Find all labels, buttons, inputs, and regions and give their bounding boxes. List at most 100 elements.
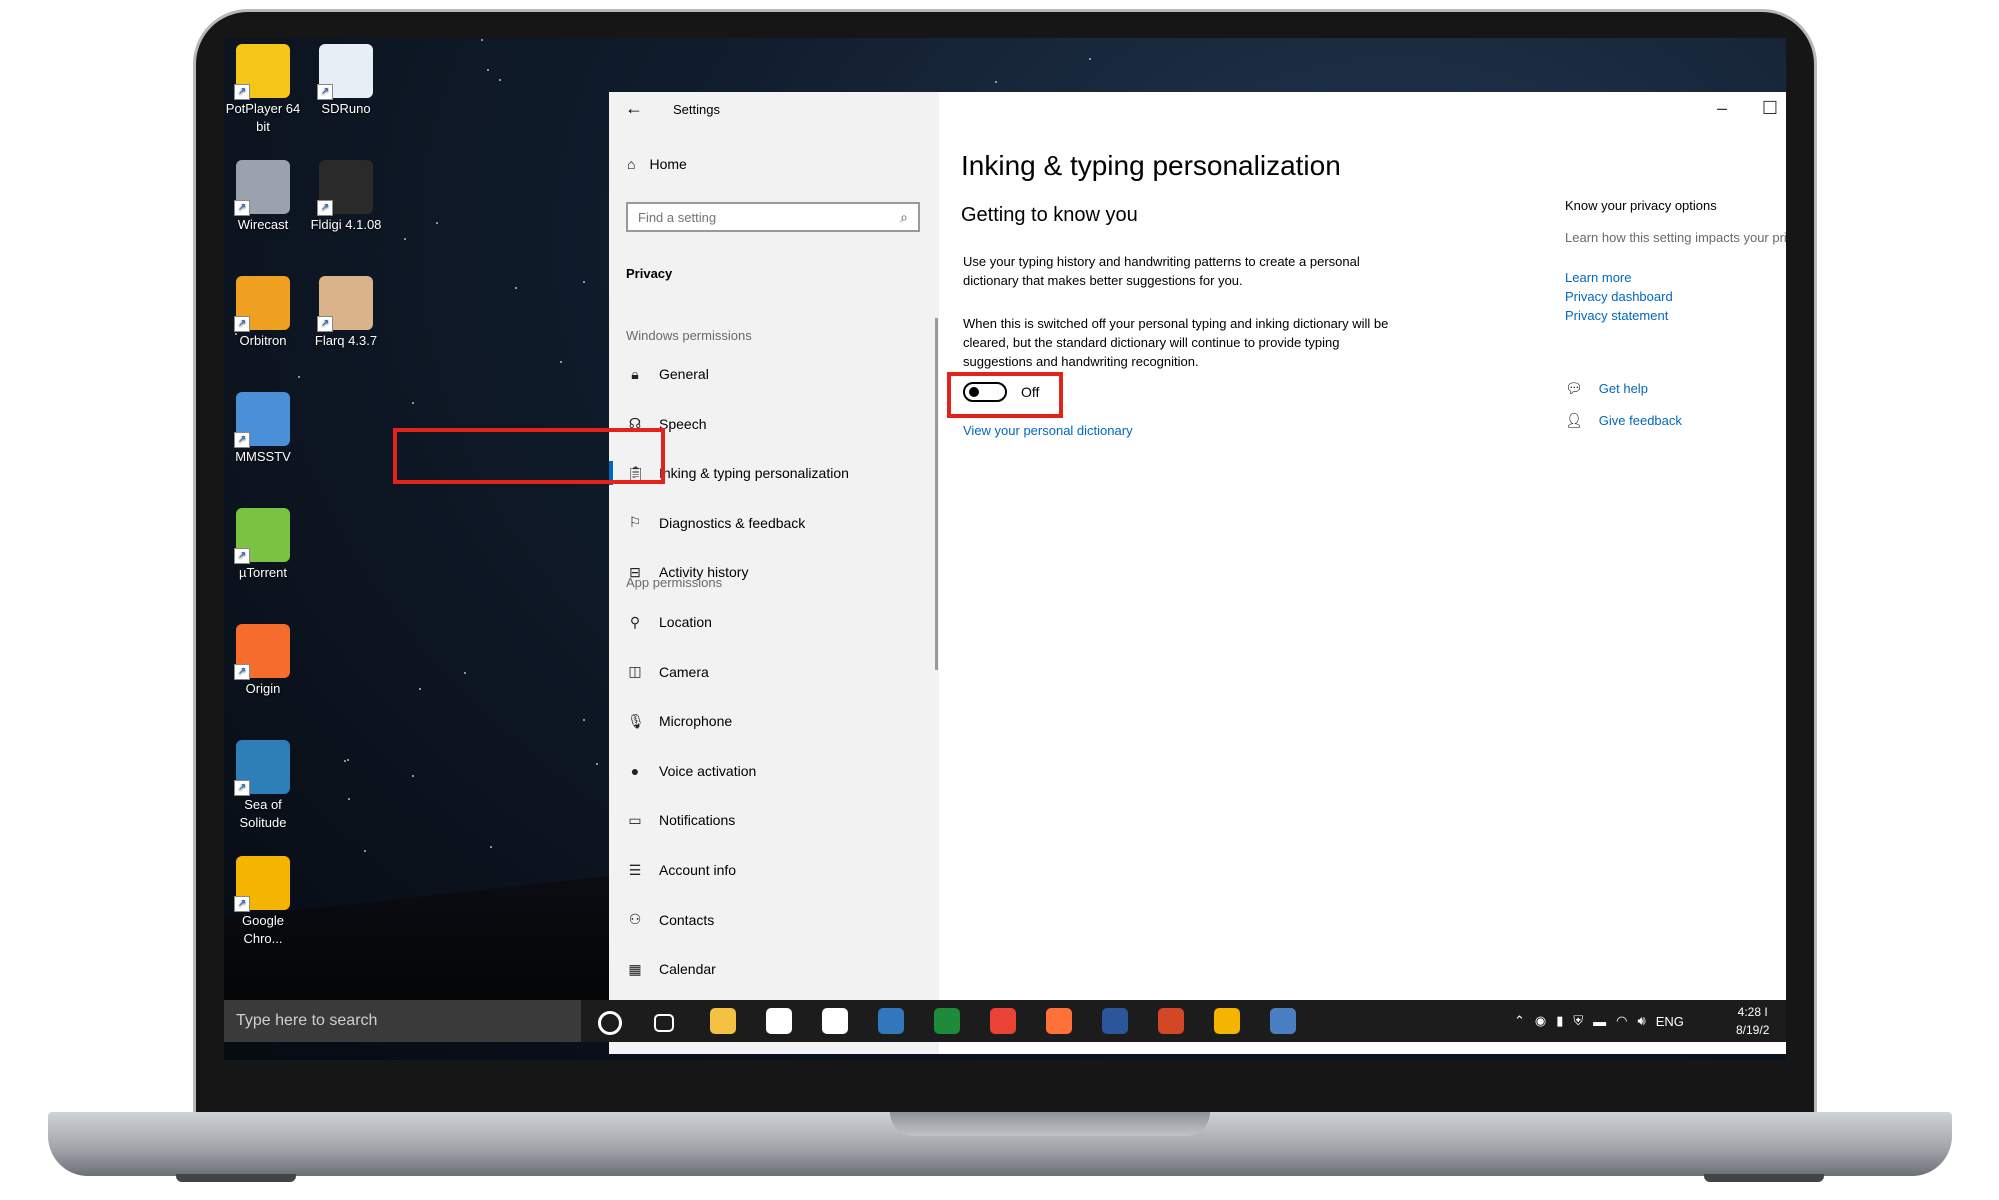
nav-home-label: Home — [649, 156, 687, 172]
remote-desktop-icon[interactable] — [1270, 1008, 1296, 1034]
privacy-link-privacy-statement[interactable]: Privacy statement — [1565, 308, 1673, 323]
nav-category: Privacy — [626, 266, 673, 281]
sea-of-solitude-icon: ↗ — [234, 740, 290, 796]
star — [559, 360, 562, 363]
minimize-button[interactable]: – — [1702, 98, 1742, 119]
desktop-shortcut-label: PotPlayer 64 bit — [225, 101, 301, 134]
clock-time: 4:28 I — [1737, 1005, 1768, 1019]
view-dictionary-link[interactable]: View your personal dictionary — [963, 423, 1133, 438]
sidebar-item-label: Diagnostics & feedback — [659, 514, 806, 531]
desktop-shortcut[interactable]: ↗ MMSSTV — [225, 392, 301, 466]
nav-home[interactable]: ⌂ Home — [627, 156, 687, 172]
wifi-icon[interactable]: ◠ — [1616, 1013, 1627, 1029]
star — [489, 846, 492, 849]
sidebar-item-contacts[interactable]: ⚇ Contacts — [609, 900, 939, 940]
powerpoint-icon[interactable] — [1158, 1008, 1184, 1034]
language-indicator[interactable]: ENG — [1656, 1014, 1684, 1029]
get-help-link[interactable]: Get help — [1599, 381, 1648, 396]
desktop-shortcut-label: Wirecast — [237, 217, 289, 232]
defender-icon[interactable]: ⛨ — [1573, 1013, 1583, 1029]
sidebar-item-microphone[interactable]: 🎙︎ Microphone — [609, 701, 939, 741]
desktop-shortcut-label: MMSSTV — [235, 449, 291, 464]
desktop-shortcut-label: SDRuno — [321, 101, 371, 116]
settings-search-input[interactable] — [628, 208, 890, 226]
windows-permissions-heading: Windows permissions — [626, 328, 752, 343]
usb-icon[interactable]: ▮ — [1556, 1013, 1563, 1029]
desktop-shortcut[interactable]: ↗ Flarq 4.3.7 — [308, 276, 384, 350]
task-view-icon[interactable] — [654, 1014, 674, 1032]
system-tray: ⌃ ◉ ▮ ⛨ ▬ ◠ 🔊︎ ENG — [1514, 1000, 1684, 1042]
star — [363, 850, 366, 853]
give-feedback-row[interactable]: 👤︎ Give feedback — [1565, 412, 1682, 429]
utorrent-icon: ↗ — [234, 508, 290, 564]
sidebar-item-voice-activation[interactable]: ● Voice activation — [609, 751, 939, 791]
get-help-icon: 💬︎ — [1565, 380, 1583, 396]
file-explorer-icon[interactable] — [710, 1008, 736, 1034]
desktop-shortcut[interactable]: ↗ µTorrent — [225, 508, 301, 582]
privacy-link-learn-more[interactable]: Learn more — [1565, 270, 1673, 285]
star — [411, 775, 414, 778]
sidebar-item-account-info[interactable]: ☰ Account info — [609, 850, 939, 890]
shortcut-arrow-icon: ↗ — [317, 316, 333, 332]
get-help-row[interactable]: 💬︎ Get help — [1565, 380, 1648, 397]
sidebar-item-diagnostics-feedback[interactable]: ⚐ Diagnostics & feedback — [609, 503, 939, 543]
sidebar-item-notifications[interactable]: ▭ Notifications — [609, 800, 939, 840]
firefox-icon[interactable] — [1046, 1008, 1072, 1034]
cortana-icon[interactable] — [598, 1011, 622, 1035]
desktop-shortcut[interactable]: ↗ Google Chro... — [225, 856, 301, 948]
desktop-shortcut[interactable]: ↗ Fldigi 4.1.08 — [308, 160, 384, 234]
xbox-icon[interactable] — [934, 1008, 960, 1034]
contacts-icon: ⚇ — [628, 911, 642, 928]
maximize-button[interactable]: ☐ — [1750, 98, 1786, 119]
settings-window: ← Settings ⌂ Home ⌕ Privacy Windows perm… — [609, 92, 1786, 1054]
wirecast-icon: ↗ — [234, 160, 290, 216]
tray-app-icon[interactable]: ◉ — [1535, 1013, 1546, 1029]
privacy-link-privacy-dashboard[interactable]: Privacy dashboard — [1565, 289, 1673, 304]
laptop-opening-notch — [890, 1112, 1210, 1136]
account-info-icon: ☰ — [628, 861, 642, 878]
give-feedback-link[interactable]: Give feedback — [1599, 413, 1682, 428]
desktop-shortcut[interactable]: ↗ Wirecast — [225, 160, 301, 234]
feedback-person-icon: ⚐ — [628, 514, 642, 531]
desktop-shortcut[interactable]: ↗ SDRuno — [308, 44, 384, 118]
star — [404, 238, 407, 241]
show-hidden-icons-icon[interactable]: ⌃ — [1514, 1013, 1525, 1029]
sidebar-item-camera[interactable]: ◫ Camera — [609, 652, 939, 692]
chrome-canary-icon[interactable] — [1214, 1008, 1240, 1034]
desktop-shortcut-label: Fldigi 4.1.08 — [310, 217, 382, 232]
taskbar-search[interactable]: Type here to search — [224, 1000, 581, 1042]
search-icon[interactable]: ⌕ — [890, 209, 918, 226]
desktop-shortcut[interactable]: ↗ Origin — [225, 624, 301, 698]
edge-legacy-icon[interactable] — [878, 1008, 904, 1034]
battery-icon[interactable]: ▬ — [1593, 1014, 1606, 1029]
section-warning: When this is switched off your personal … — [963, 316, 1389, 369]
sidebar-item-general[interactable]: 🔒︎ General — [609, 354, 939, 394]
chrome-canary-icon: ↗ — [234, 856, 290, 912]
calendar-icon: ▦ — [628, 960, 642, 977]
desktop-shortcut[interactable]: ↗ Orbitron — [225, 276, 301, 350]
sidebar-item-location[interactable]: ⚲ Location — [609, 602, 939, 642]
sidebar-item-label: Location — [659, 614, 712, 630]
desktop-shortcut[interactable]: ↗ PotPlayer 64 bit — [225, 44, 301, 136]
sidebar-item-calendar[interactable]: ▦ Calendar — [609, 949, 939, 989]
shortcut-arrow-icon: ↗ — [234, 200, 250, 216]
mail-icon[interactable] — [822, 1008, 848, 1034]
volume-icon[interactable]: 🔊︎ — [1638, 1013, 1646, 1029]
clock[interactable]: 4:28 I 8/19/2 — [1736, 1000, 1769, 1042]
origin-icon: ↗ — [234, 624, 290, 680]
microphone-icon: 🎙︎ — [627, 712, 645, 729]
star — [498, 79, 501, 82]
shortcut-arrow-icon: ↗ — [234, 432, 250, 448]
word-icon[interactable] — [1102, 1008, 1128, 1034]
potplayer-icon: ↗ — [234, 44, 290, 100]
back-arrow-icon[interactable]: ← — [625, 98, 643, 119]
nav-scrollbar[interactable] — [935, 318, 938, 670]
microsoft-store-icon[interactable] — [766, 1008, 792, 1034]
desktop-shortcut[interactable]: ↗ Sea of Solitude — [225, 740, 301, 832]
settings-search[interactable]: ⌕ — [626, 202, 920, 232]
sidebar-item-label: Calendar — [659, 961, 716, 978]
shortcut-arrow-icon: ↗ — [234, 780, 250, 796]
sidebar-item-label: Microphone — [659, 713, 733, 730]
star — [436, 221, 439, 224]
chrome-icon[interactable] — [990, 1008, 1016, 1034]
